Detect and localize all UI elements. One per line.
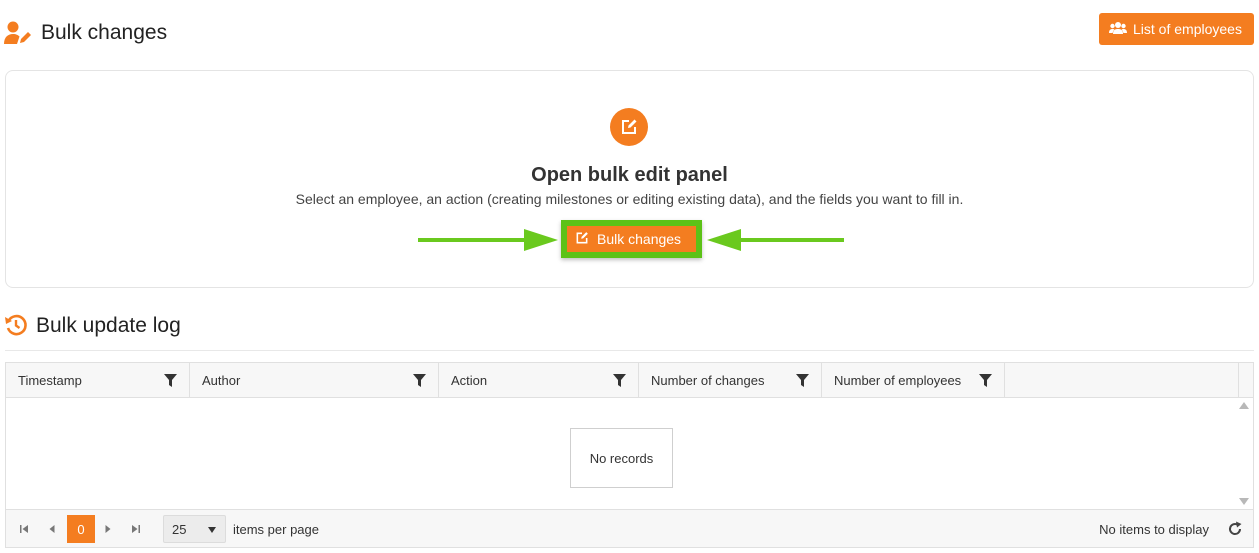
panel-description: Select an employee, an action (creating …	[295, 191, 964, 207]
user-edit-icon	[4, 21, 32, 45]
bulk-changes-button[interactable]: Bulk changes	[567, 226, 696, 252]
panel-heading: Open bulk edit panel	[531, 164, 728, 186]
edit-icon	[610, 108, 648, 146]
page-title: Bulk changes	[41, 21, 168, 44]
column-header-author[interactable]: Author	[190, 363, 439, 398]
page-header: Bulk changes List of employees	[0, 0, 1259, 62]
filter-icon[interactable]	[979, 374, 992, 387]
highlight-frame: Bulk changes	[561, 220, 702, 258]
history-icon	[4, 313, 28, 342]
page-size-select[interactable]: 25	[163, 515, 226, 543]
last-page-icon[interactable]	[128, 521, 144, 537]
refresh-icon[interactable]	[1227, 521, 1243, 542]
filter-icon[interactable]	[613, 374, 626, 387]
previous-page-icon[interactable]	[44, 521, 60, 537]
log-title: Bulk update log	[36, 314, 181, 337]
divider	[5, 350, 1254, 351]
next-page-icon[interactable]	[100, 521, 116, 537]
column-header-spacer	[1005, 363, 1239, 398]
list-of-employees-button[interactable]: List of employees	[1099, 13, 1254, 45]
current-page-button[interactable]: 0	[67, 515, 95, 543]
scroll-down-arrow[interactable]	[1239, 498, 1249, 505]
column-header-action[interactable]: Action	[439, 363, 639, 398]
filter-icon[interactable]	[413, 374, 426, 387]
no-records-message: No records	[570, 428, 673, 488]
grid-body: No records	[6, 398, 1253, 509]
pager-status: No items to display	[1099, 522, 1209, 537]
log-header: Bulk update log	[0, 310, 1259, 350]
column-header-timestamp[interactable]: Timestamp	[6, 363, 190, 398]
scroll-up-arrow[interactable]	[1239, 402, 1249, 409]
bulk-update-log-grid: Timestamp Author Action Number of change…	[5, 362, 1254, 548]
filter-icon[interactable]	[796, 374, 809, 387]
column-header-number-of-changes[interactable]: Number of changes	[639, 363, 822, 398]
edit-icon	[575, 231, 597, 248]
list-of-employees-label: List of employees	[1133, 21, 1242, 37]
chevron-down-icon	[208, 527, 216, 533]
arrow-left-icon	[707, 229, 844, 251]
items-per-page-label: items per page	[233, 522, 319, 537]
users-icon	[1109, 21, 1133, 38]
pager: 0 25 items per page No items to display	[6, 509, 1253, 547]
column-header-number-of-employees[interactable]: Number of employees	[822, 363, 1005, 398]
grid-header: Timestamp Author Action Number of change…	[6, 363, 1253, 398]
filter-icon[interactable]	[164, 374, 177, 387]
arrow-right-icon	[418, 229, 558, 251]
first-page-icon[interactable]	[16, 521, 32, 537]
bulk-edit-panel: Open bulk edit panel Select an employee,…	[5, 70, 1254, 288]
bulk-changes-label: Bulk changes	[597, 231, 682, 247]
